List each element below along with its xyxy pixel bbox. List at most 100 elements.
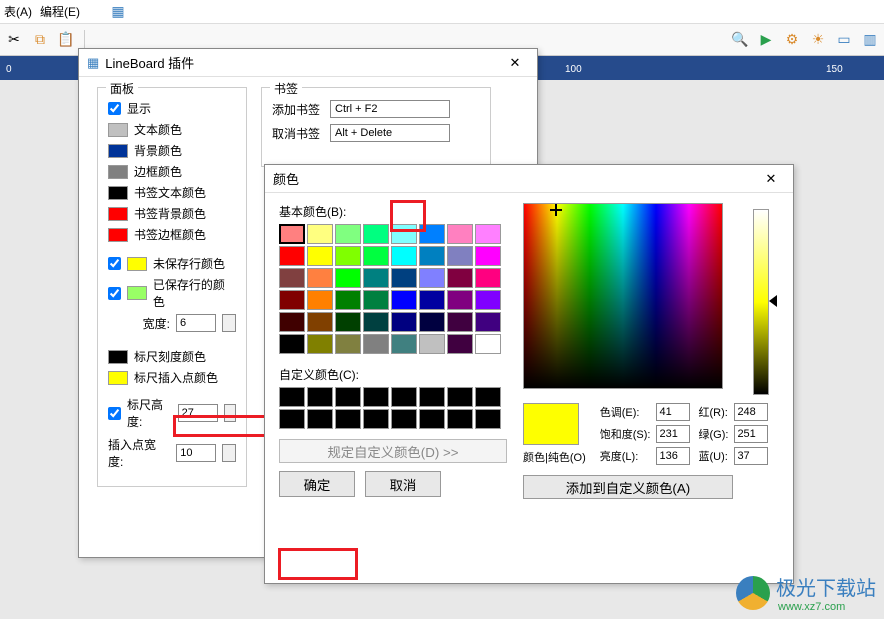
basic-color-cell[interactable] (419, 246, 445, 266)
color-gradient[interactable] (523, 203, 723, 389)
ruler-height-input[interactable] (178, 404, 218, 422)
basic-color-cell[interactable] (391, 268, 417, 288)
basic-color-cell[interactable] (447, 268, 473, 288)
basic-color-cell[interactable] (307, 224, 333, 244)
cut-icon[interactable]: ✂ (4, 30, 24, 50)
basic-color-cell[interactable] (475, 290, 501, 310)
basic-color-cell[interactable] (391, 312, 417, 332)
add-custom-button[interactable]: 添加到自定义颜色(A) (523, 475, 733, 499)
custom-color-cell[interactable] (447, 387, 473, 407)
close-icon[interactable]: ✕ (501, 52, 529, 74)
search-icon[interactable]: 🔍 (730, 30, 750, 50)
custom-color-cell[interactable] (335, 387, 361, 407)
width-input[interactable] (176, 314, 216, 332)
cascade-icon[interactable]: ▥ (860, 30, 880, 50)
custom-color-cell[interactable] (363, 387, 389, 407)
ruler-insert-swatch[interactable] (108, 371, 128, 385)
basic-color-cell[interactable] (363, 268, 389, 288)
basic-color-cell[interactable] (335, 268, 361, 288)
paste-icon[interactable]: 📋 (56, 30, 76, 50)
basic-color-cell[interactable] (363, 312, 389, 332)
copy-icon[interactable]: ⧉ (30, 30, 50, 50)
cancel-button[interactable]: 取消 (365, 471, 441, 497)
basic-color-cell[interactable] (363, 224, 389, 244)
define-custom-button[interactable]: 规定自定义颜色(D) >> (279, 439, 507, 463)
basic-color-cell[interactable] (307, 312, 333, 332)
basic-color-cell[interactable] (307, 268, 333, 288)
custom-color-cell[interactable] (391, 409, 417, 429)
basic-color-cell[interactable] (335, 334, 361, 354)
basic-color-cell[interactable] (419, 290, 445, 310)
basic-color-cell[interactable] (335, 290, 361, 310)
custom-color-cell[interactable] (419, 387, 445, 407)
bm-bg-color-swatch[interactable] (108, 207, 128, 221)
close-icon[interactable]: ✕ (757, 168, 785, 190)
basic-color-cell[interactable] (475, 246, 501, 266)
custom-color-cell[interactable] (419, 409, 445, 429)
ok-button[interactable]: 确定 (279, 471, 355, 497)
basic-color-cell[interactable] (279, 246, 305, 266)
gear-icon[interactable]: ⚙ (782, 30, 802, 50)
green-input[interactable] (734, 425, 768, 443)
width-spinner[interactable] (222, 314, 236, 332)
basic-color-cell[interactable] (475, 312, 501, 332)
unsaved-color-swatch[interactable] (127, 257, 147, 271)
basic-color-cell[interactable] (279, 224, 305, 244)
custom-color-cell[interactable] (447, 409, 473, 429)
insert-width-spinner[interactable] (222, 444, 236, 462)
custom-color-cell[interactable] (307, 387, 333, 407)
basic-color-cell[interactable] (307, 290, 333, 310)
basic-color-cell[interactable] (363, 334, 389, 354)
lum-input[interactable] (656, 447, 690, 465)
custom-color-cell[interactable] (307, 409, 333, 429)
basic-color-cell[interactable] (335, 224, 361, 244)
lineboard-titlebar[interactable]: ▦ LineBoard 插件 ✕ (79, 49, 537, 77)
menu-table[interactable]: 表(A) (4, 3, 32, 20)
saved-color-swatch[interactable] (127, 286, 147, 300)
basic-color-cell[interactable] (391, 290, 417, 310)
basic-color-cell[interactable] (363, 246, 389, 266)
basic-color-cell[interactable] (307, 334, 333, 354)
hue-input[interactable] (656, 403, 690, 421)
ruler-height-checkbox[interactable] (108, 407, 121, 420)
basic-color-cell[interactable] (419, 312, 445, 332)
basic-color-cell[interactable] (419, 334, 445, 354)
custom-color-cell[interactable] (475, 387, 501, 407)
basic-color-cell[interactable] (391, 224, 417, 244)
basic-color-cell[interactable] (335, 246, 361, 266)
custom-color-cell[interactable] (391, 387, 417, 407)
text-color-swatch[interactable] (108, 123, 128, 137)
window-icon[interactable]: ▭ (834, 30, 854, 50)
red-input[interactable] (734, 403, 768, 421)
basic-color-cell[interactable] (279, 290, 305, 310)
basic-color-cell[interactable] (447, 312, 473, 332)
insert-width-input[interactable] (176, 444, 216, 462)
basic-color-cell[interactable] (419, 224, 445, 244)
basic-color-cell[interactable] (447, 334, 473, 354)
basic-color-cell[interactable] (447, 290, 473, 310)
basic-color-cell[interactable] (447, 246, 473, 266)
cancel-bookmark-input[interactable] (330, 124, 450, 142)
basic-color-cell[interactable] (419, 268, 445, 288)
basic-color-cell[interactable] (475, 334, 501, 354)
basic-color-cell[interactable] (391, 334, 417, 354)
border-color-swatch[interactable] (108, 165, 128, 179)
lightness-slider[interactable] (753, 209, 769, 395)
lightness-arrow-icon[interactable] (769, 295, 777, 307)
custom-color-cell[interactable] (475, 409, 501, 429)
custom-color-cell[interactable] (279, 409, 305, 429)
custom-color-cell[interactable] (279, 387, 305, 407)
run-icon[interactable]: ▶ (756, 30, 776, 50)
add-bookmark-input[interactable] (330, 100, 450, 118)
bg-color-swatch[interactable] (108, 144, 128, 158)
basic-color-cell[interactable] (279, 312, 305, 332)
bm-border-color-swatch[interactable] (108, 228, 128, 242)
bm-text-color-swatch[interactable] (108, 186, 128, 200)
basic-color-cell[interactable] (391, 246, 417, 266)
blue-input[interactable] (734, 447, 768, 465)
saved-checkbox[interactable] (108, 287, 121, 300)
custom-color-cell[interactable] (335, 409, 361, 429)
show-checkbox[interactable] (108, 102, 121, 115)
ruler-height-spinner[interactable] (224, 404, 236, 422)
basic-color-cell[interactable] (475, 224, 501, 244)
